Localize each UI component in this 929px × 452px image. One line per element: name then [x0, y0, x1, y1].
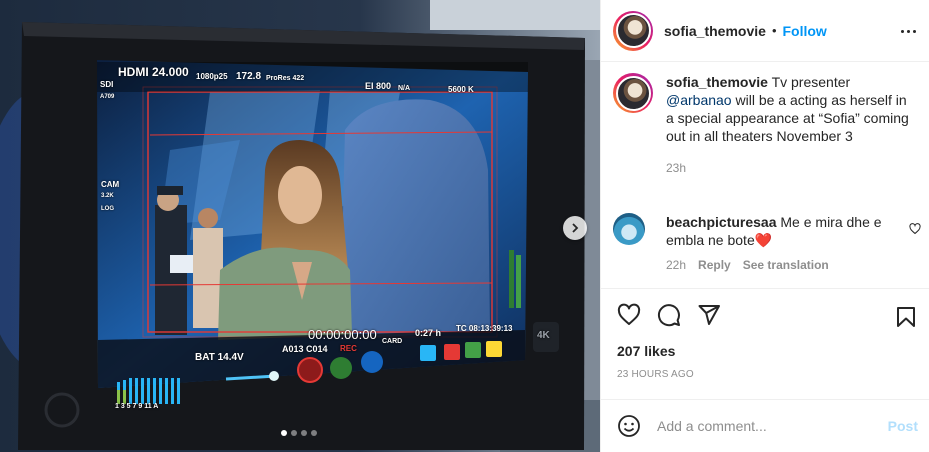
avatar[interactable] — [613, 10, 653, 51]
monitor-rec-format: 1080p25 — [196, 72, 228, 81]
monitor-wb: 5600 K — [448, 85, 474, 94]
emoji-smiley-icon[interactable] — [617, 414, 641, 438]
monitor-hdmi-fps: HDMI 24.000 — [118, 65, 189, 79]
avatar-image — [615, 13, 651, 48]
monitor-clip: A013 C014 — [282, 344, 328, 354]
post-age[interactable]: 23 HOURS AGO — [617, 369, 929, 380]
monitor-iso: EI 800 — [365, 81, 392, 91]
monitor-nd: N/A — [398, 85, 411, 92]
comment-meta: 22h Reply See translation — [666, 256, 896, 274]
monitor-shutter: 172.8 — [236, 71, 262, 82]
caption-username[interactable]: sofia_themovie — [666, 74, 768, 90]
comment-item: beachpicturesaa Me e mira dhe e embla ne… — [613, 213, 921, 274]
caption-avatar[interactable] — [613, 73, 653, 113]
monitor-rec: REC — [340, 344, 357, 353]
reply-button[interactable]: Reply — [698, 256, 731, 274]
avatar-image — [615, 75, 651, 111]
monitor-card: CARD — [382, 338, 403, 345]
heart-emoji: ❤️ — [754, 232, 773, 248]
comment-timestamp[interactable]: 22h — [666, 256, 686, 274]
caption-body: sofia_themovie Tv presenter @arbanao wil… — [666, 73, 916, 177]
carousel-dot — [291, 430, 297, 436]
monitor-cam-res: 3.2K — [101, 193, 114, 199]
post-header: sofia_themovie • Follow — [601, 0, 929, 62]
like-heart-icon[interactable] — [617, 303, 641, 327]
monitor-tc: TC 08:13:39:13 — [456, 324, 513, 333]
caption-text-prefix: Tv presenter — [771, 74, 851, 90]
share-paper-plane-icon[interactable] — [697, 303, 721, 327]
post-caption: sofia_themovie Tv presenter @arbanao wil… — [613, 73, 918, 177]
header-separator: • — [771, 23, 777, 38]
carousel-dot — [301, 430, 307, 436]
monitor-cam: CAM — [101, 180, 120, 189]
likes-count[interactable]: 207 likes — [617, 343, 929, 359]
monitor-cam-log: LOG — [101, 206, 114, 212]
comment-like-heart-icon[interactable] — [909, 223, 921, 235]
post-comment-button[interactable]: Post — [888, 418, 918, 434]
monitor-codec: ProRes 422 — [266, 75, 305, 82]
add-comment-bar: Post — [601, 399, 929, 452]
comment-avatar[interactable] — [613, 213, 645, 245]
monitor-sdi: SDI — [100, 80, 114, 89]
monitor-audio-channels: 1 3 5 7 9 11 A — [115, 403, 159, 410]
chevron-right-icon — [572, 223, 579, 233]
post-username[interactable]: sofia_themovie — [664, 23, 766, 39]
monitor-remaining: 0:27 h — [415, 328, 442, 338]
monitor-4k-badge: 4K — [537, 330, 550, 341]
carousel-indicator — [281, 430, 317, 436]
monitor-timecode: 00:00:00:00 — [308, 327, 377, 342]
post-side-panel: sofia_themovie • Follow sofia_themovie T… — [600, 0, 929, 452]
comment-body: beachpicturesaa Me e mira dhe e embla ne… — [666, 213, 896, 274]
monitor-a709: A709 — [100, 94, 115, 100]
comment-input[interactable] — [657, 418, 877, 434]
see-translation-button[interactable]: See translation — [743, 256, 829, 274]
post-photo — [0, 0, 600, 452]
carousel-dot — [311, 430, 317, 436]
post-actions: 207 likes 23 HOURS AGO — [601, 288, 929, 380]
carousel-next-button[interactable] — [563, 216, 587, 240]
save-bookmark-icon[interactable] — [894, 305, 918, 329]
comment-username[interactable]: beachpicturesaa — [666, 214, 777, 230]
follow-button[interactable]: Follow — [783, 23, 827, 39]
caption-timestamp[interactable]: 23h — [666, 159, 916, 177]
monitor-battery: BAT 14.4V — [195, 352, 244, 363]
more-options-icon[interactable] — [898, 25, 918, 37]
caption-mention-link[interactable]: @arbanao — [666, 92, 732, 108]
comment-bubble-icon[interactable] — [657, 303, 681, 327]
post-media[interactable]: HDMI 24.000 1080p25 172.8 ProRes 422 EI … — [0, 0, 600, 452]
action-icons — [617, 303, 929, 327]
carousel-dot — [281, 430, 287, 436]
